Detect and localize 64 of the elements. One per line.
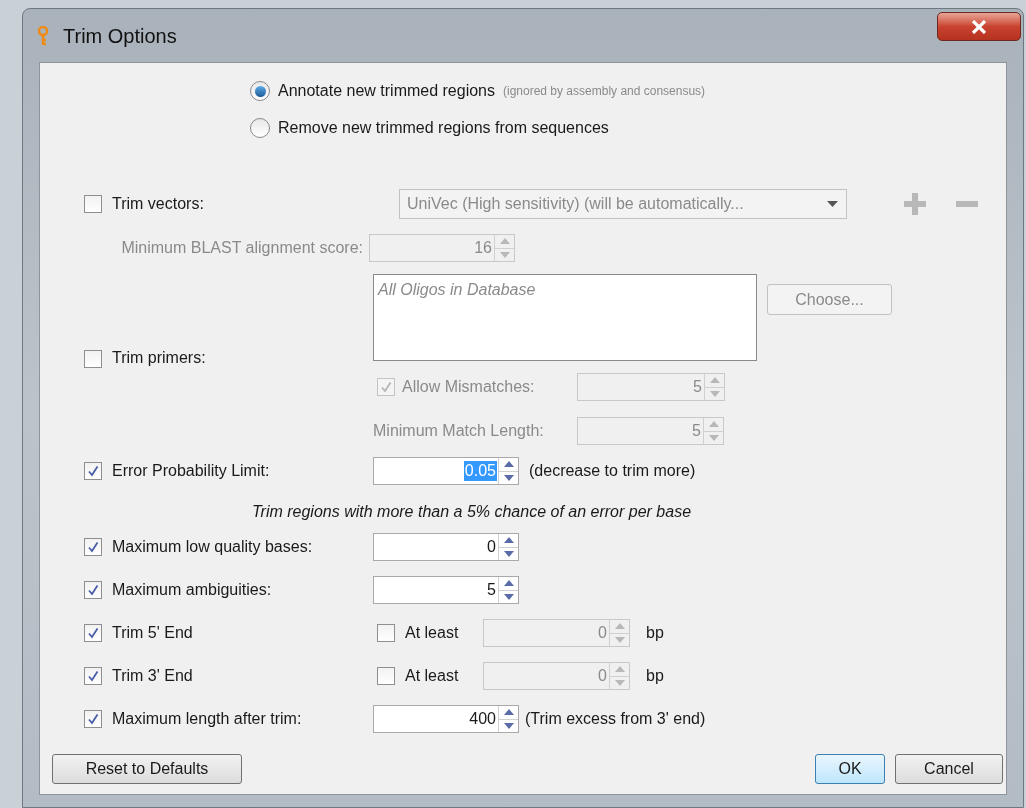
field-label: Minimum BLAST alignment score: [120, 238, 364, 258]
dropdown-value: UniVec (High sensitivity) (will be automatically... [407, 194, 745, 214]
field-value: 5 [692, 377, 703, 397]
radio-button[interactable] [250, 118, 270, 138]
unit-label: bp [646, 666, 664, 686]
checkbox[interactable] [84, 462, 102, 480]
checkbox-label[interactable]: Trim primers: [112, 348, 206, 368]
oligo-list[interactable]: All Oligos in Database [373, 274, 757, 361]
window-title: Trim Options [63, 23, 177, 49]
checkbox-label[interactable]: Maximum low quality bases: [112, 537, 313, 557]
radio-label[interactable]: Remove new trimmed regions from sequences [278, 118, 609, 138]
checkbox[interactable] [377, 667, 395, 685]
check-icon [87, 584, 99, 596]
checkbox[interactable] [84, 710, 102, 728]
oligo-list-item[interactable]: All Oligos in Database [378, 281, 536, 298]
field-value: 0 [597, 623, 608, 643]
field-value: 5 [691, 421, 702, 441]
checkbox-label[interactable]: At least [405, 623, 483, 643]
number-field[interactable]: 400 [373, 705, 519, 733]
field-value: 400 [468, 709, 497, 729]
dialog-button[interactable]: Cancel [895, 754, 1003, 784]
checkbox[interactable] [377, 378, 395, 396]
unit-label: bp [646, 623, 664, 643]
checkbox[interactable] [84, 581, 102, 599]
check-icon [87, 541, 99, 553]
field-note: (Trim excess from 3' end) [525, 709, 706, 729]
radio-label[interactable]: Annotate new trimmed regions [278, 81, 495, 101]
checkbox-label[interactable]: Trim 3' End [112, 666, 193, 686]
caret-icon [827, 201, 838, 207]
plus-icon[interactable] [904, 193, 926, 215]
key-icon [37, 25, 49, 46]
field-value: 0 [486, 537, 497, 557]
field-value: 0.05 [463, 461, 497, 481]
dialog-button[interactable]: OK [815, 754, 885, 784]
checkbox[interactable] [84, 624, 102, 642]
radio-note: (ignored by assembly and consensus) [503, 83, 706, 100]
dialog-button[interactable]: Reset to Defaults [52, 754, 242, 784]
check-icon [87, 627, 99, 639]
number-field[interactable]: 0 [373, 533, 519, 561]
checkbox-label[interactable]: Trim 5' End [112, 623, 193, 643]
field-value: 0 [597, 666, 608, 686]
check-icon [87, 713, 99, 725]
checkbox[interactable] [84, 195, 102, 213]
number-field[interactable]: 5 [373, 576, 519, 604]
radio-button[interactable] [250, 81, 270, 101]
field-value: 16 [473, 238, 493, 258]
checkbox[interactable] [84, 667, 102, 685]
field-label: Minimum Match Length: [373, 421, 545, 441]
checkbox-label[interactable]: Maximum ambiguities: [112, 580, 272, 600]
close-button[interactable] [937, 12, 1021, 41]
checkbox-label[interactable]: At least [405, 666, 483, 686]
hint-text: Trim regions with more than a 5% chance of an error per base [252, 503, 692, 520]
checkbox-label[interactable]: Maximum length after trim: [112, 709, 302, 729]
check-icon [87, 465, 99, 477]
check-icon [87, 670, 99, 682]
close-icon [971, 19, 987, 34]
checkbox[interactable] [84, 350, 102, 368]
field-value: 5 [486, 580, 497, 600]
checkbox[interactable] [377, 624, 395, 642]
field-note: (decrease to trim more) [529, 461, 696, 481]
checkbox-label[interactable]: Error Probability Limit: [112, 461, 270, 481]
checkbox-label[interactable]: Trim vectors: [112, 194, 204, 214]
check-icon [380, 381, 392, 393]
checkbox[interactable] [84, 538, 102, 556]
